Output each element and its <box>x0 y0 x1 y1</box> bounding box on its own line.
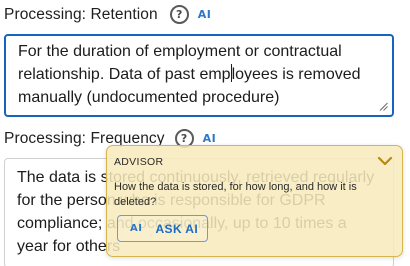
ai-icon[interactable]: AI <box>203 132 217 145</box>
retention-textarea[interactable]: For the duration of employment or contra… <box>4 34 394 117</box>
retention-label-row: Processing: Retention ? AI <box>4 5 211 24</box>
ai-icon[interactable]: AI <box>198 8 212 21</box>
form-page: Processing: Retention ? AI For the durat… <box>0 0 410 266</box>
advisor-title: ADVISOR <box>114 156 164 168</box>
ask-ai-label: ASK AI <box>155 221 199 236</box>
advisor-text: How the data is stored, for how long, an… <box>114 181 357 208</box>
chevron-down-icon[interactable] <box>377 155 393 167</box>
ai-icon: AI <box>130 223 143 234</box>
advisor-popover: ADVISOR How the data is stored, for how … <box>106 145 403 257</box>
help-icon[interactable]: ? <box>169 5 189 24</box>
retention-label: Processing: Retention <box>4 5 158 23</box>
ask-ai-button[interactable]: AI ASK AI <box>117 215 209 242</box>
resize-grip-icon[interactable] <box>379 102 388 111</box>
